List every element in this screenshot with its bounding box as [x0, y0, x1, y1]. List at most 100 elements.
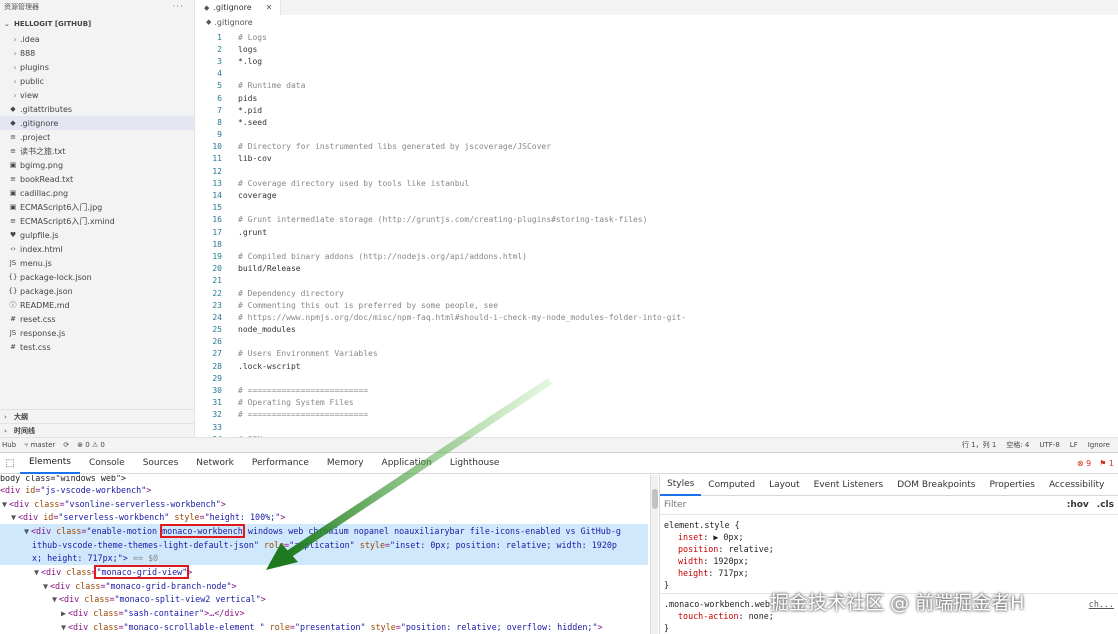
dom-node-scrollable-element[interactable]: ▼ <div class= "monaco-scrollable-element "…	[0, 620, 648, 634]
code-line[interactable]: 19 # Compiled binary addons (http://nodej…	[196, 250, 1118, 262]
css-property[interactable]: touch-action	[678, 611, 739, 621]
expand-triangle-icon[interactable]: ▼	[32, 567, 41, 577]
file-item[interactable]: ≡ .project	[0, 130, 194, 144]
code-line[interactable]: 27 # Users Environment Variables	[196, 348, 1118, 360]
folder-item[interactable]: › public	[0, 74, 194, 88]
devtools-tab-lighthouse[interactable]: Lighthouse	[441, 453, 509, 474]
file-item[interactable]: ◆ .gitattributes	[0, 102, 194, 116]
code-line[interactable]: 21	[196, 275, 1118, 287]
css-property[interactable]: inset	[678, 532, 703, 542]
code-line[interactable]: 4	[196, 68, 1118, 80]
folder-item[interactable]: › 888	[0, 46, 194, 60]
dom-node-monaco-workbench-cont[interactable]: ithub-vscode-theme-themes-light-default-…	[0, 537, 648, 552]
filter-input[interactable]: Filter	[664, 500, 686, 510]
styles-tab-layout[interactable]: Layout	[762, 475, 807, 496]
file-item[interactable]: ‹› index.html	[0, 242, 194, 256]
styles-tab-styles[interactable]: Styles	[660, 475, 702, 496]
sync-icon[interactable]: ⟳	[63, 441, 69, 449]
more-actions-icon[interactable]: ···	[172, 2, 184, 12]
css-property[interactable]: width	[678, 556, 703, 566]
dom-node-monaco-workbench[interactable]: ▼ <div class= "enable-motion monaco-workbe…	[0, 523, 648, 538]
code-line[interactable]: 3 *.log	[196, 55, 1118, 67]
dom-node-body[interactable]: body class="windows web">	[0, 475, 648, 483]
devtools-tab-sources[interactable]: Sources	[134, 453, 188, 474]
expand-triangle-icon[interactable]: ▼	[41, 581, 50, 591]
file-item[interactable]: {} package-lock.json	[0, 270, 194, 284]
tab-gitignore[interactable]: ◆ .gitignore ✕	[196, 0, 282, 15]
outline-section[interactable]: › 大纲	[0, 409, 195, 423]
devtools-tab-elements[interactable]: Elements	[20, 453, 80, 474]
folder-item[interactable]: › view	[0, 88, 194, 102]
elements-scrollbar[interactable]	[650, 475, 658, 634]
file-item[interactable]: # test.css	[0, 340, 194, 354]
css-declaration[interactable]: height: 717px;	[664, 567, 1114, 579]
dom-node-js-vscode-workbench[interactable]: <div id= "js-vscode-workbench" >	[0, 483, 648, 497]
folder-item[interactable]: › plugins	[0, 60, 194, 74]
code-line[interactable]: 16 # Grunt intermediate storage (http://g…	[196, 214, 1118, 226]
css-property[interactable]: height	[678, 568, 708, 578]
dom-node-serverless-workbench[interactable]: ▼ <div id= "serverless-workbench" style= "h…	[0, 510, 648, 524]
devtools-tab-network[interactable]: Network	[187, 453, 243, 474]
css-property[interactable]: position	[678, 544, 718, 554]
devtools-tab-performance[interactable]: Performance	[243, 453, 318, 474]
code-line[interactable]: 20 build/Release	[196, 263, 1118, 275]
css-declaration[interactable]: position: relative;	[664, 543, 1114, 555]
hov-toggle[interactable]: :hov	[1067, 500, 1089, 510]
cursor-position[interactable]: 行 1，列 1	[962, 440, 996, 450]
code-line[interactable]: 11 lib-cov	[196, 153, 1118, 165]
breadcrumb-item[interactable]: .gitignore	[214, 18, 252, 27]
code-line[interactable]: 18	[196, 238, 1118, 250]
dom-node-monaco-grid-view[interactable]: ▼ <div class= "monaco-grid-view" >	[0, 564, 648, 579]
file-item[interactable]: ▣ cadillac.png	[0, 186, 194, 200]
code-line[interactable]: 28 .lock-wscript	[196, 360, 1118, 372]
css-value[interactable]: 717px;	[718, 568, 748, 578]
code-line[interactable]: 26	[196, 336, 1118, 348]
code-line[interactable]: 17 .grunt	[196, 226, 1118, 238]
css-value[interactable]: ▶ 0px;	[713, 532, 743, 542]
code-line[interactable]: 14 coverage	[196, 189, 1118, 201]
file-item[interactable]: JS menu.js	[0, 256, 194, 270]
code-line[interactable]: 1 # Logs	[196, 31, 1118, 44]
code-line[interactable]: 6 pids	[196, 92, 1118, 104]
timeline-section[interactable]: › 时间线	[0, 423, 195, 437]
code-line[interactable]: 10 # Directory for instrumented libs gene…	[196, 141, 1118, 153]
code-line[interactable]: 23 # Commenting this out is preferred by …	[196, 299, 1118, 311]
expand-triangle-icon[interactable]: ▼	[22, 526, 31, 536]
inspect-element-icon[interactable]: ⬚	[0, 458, 20, 469]
code-line[interactable]: 30 # =========================	[196, 384, 1118, 396]
problems-indicator[interactable]: ⊗ 0 ⚠ 0	[77, 441, 105, 449]
elements-tree[interactable]: body class="windows web"> <div id= "js-vs…	[0, 475, 648, 634]
folder-item[interactable]: › .idea	[0, 32, 194, 46]
styles-tab-accessibility[interactable]: Accessibility	[1042, 475, 1111, 496]
expand-triangle-icon[interactable]: ▼	[50, 594, 59, 604]
code-line[interactable]: 8 *.seed	[196, 116, 1118, 128]
css-declaration[interactable]: inset: ▶ 0px;	[664, 531, 1114, 543]
dom-node-sash-container[interactable]: ▶ <div class= "sash-container" >…</div>	[0, 606, 648, 620]
file-item[interactable]: JS response.js	[0, 326, 194, 340]
code-view[interactable]: 1 # Logs 2 logs 3 *.log 4 5 # Runtime data 6 pids 7…	[196, 31, 1118, 437]
encoding[interactable]: UTF-8	[1039, 441, 1059, 449]
rule-source-link[interactable]: ch...	[1089, 599, 1114, 609]
issues-count-badge[interactable]: ⚑ 1	[1099, 459, 1114, 468]
error-count-badge[interactable]: ⊗ 9	[1077, 459, 1091, 468]
scrollbar-thumb[interactable]	[652, 489, 658, 509]
expand-triangle-icon[interactable]: ▼	[9, 512, 18, 522]
styles-tab-dom-breakpoints[interactable]: DOM Breakpoints	[890, 475, 982, 496]
branch-indicator[interactable]: ⑂ master	[24, 441, 55, 449]
file-item[interactable]: ▣ bgimg.png	[0, 158, 194, 172]
file-item[interactable]: # reset.css	[0, 312, 194, 326]
file-item[interactable]: ≡ bookRead.txt	[0, 172, 194, 186]
code-line[interactable]: 5 # Runtime data	[196, 80, 1118, 92]
collapse-triangle-icon[interactable]: ▶	[59, 608, 68, 618]
code-line[interactable]: 2 logs	[196, 43, 1118, 55]
remote-label[interactable]: Hub	[2, 441, 16, 449]
file-item[interactable]: ◆ .gitignore	[0, 116, 194, 130]
expand-triangle-icon[interactable]: ▼	[59, 622, 68, 632]
dom-node-split-view[interactable]: ▼ <div class= "monaco-split-view2 vertical…	[0, 593, 648, 607]
end-of-line[interactable]: LF	[1070, 441, 1078, 449]
project-folder-header[interactable]: ⌄ HELLOGIT [GITHUB]	[0, 17, 194, 31]
code-line[interactable]: 24 # https://www.npmjs.org/doc/misc/npm-f…	[196, 311, 1118, 323]
styles-tab-properties[interactable]: Properties	[982, 475, 1041, 496]
file-item[interactable]: ⓘ README.md	[0, 298, 194, 312]
file-item[interactable]: ≡ ECMAScript6入门.xmind	[0, 214, 194, 228]
